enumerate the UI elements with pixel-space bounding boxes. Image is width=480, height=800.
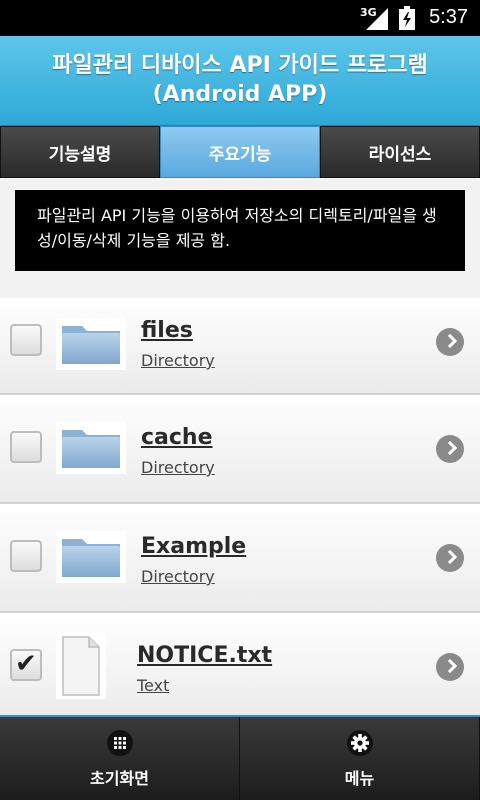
item-type[interactable]: Directory — [141, 458, 215, 477]
content-area: 파일관리 API 기능을 이용하여 저장소의 디렉토리/파일을 생성/이동/삭제… — [0, 178, 480, 715]
tab-main-features[interactable]: 주요기능 — [160, 126, 320, 178]
item-checkbox[interactable] — [10, 324, 42, 356]
file-list: files Directory cache Directory Example … — [0, 298, 480, 715]
signal-icon — [366, 8, 388, 30]
tab-license[interactable]: 라이선스 — [320, 126, 480, 178]
chevron-right-icon[interactable] — [436, 653, 464, 681]
bottom-bar: 초기화면 메뉴 — [0, 715, 480, 800]
battery-charging-icon — [399, 6, 415, 30]
clock: 5:37 — [429, 6, 468, 28]
chevron-right-icon[interactable] — [436, 435, 464, 463]
status-bar: 3G 5:37 — [0, 0, 480, 36]
item-type[interactable]: Directory — [141, 567, 215, 586]
item-type[interactable]: Text — [137, 676, 169, 695]
menu-button-label: 메뉴 — [344, 769, 375, 788]
item-name[interactable]: files — [141, 318, 193, 343]
home-button[interactable]: 초기화면 — [0, 717, 240, 800]
folder-icon — [56, 531, 126, 583]
header-title-line1: 파일관리 디바이스 API 가이드 프로그램 — [52, 53, 428, 78]
item-checkbox[interactable] — [10, 540, 42, 572]
list-item[interactable]: Example Directory — [0, 503, 480, 612]
app-header: 파일관리 디바이스 API 가이드 프로그램 (Android APP) — [0, 36, 480, 126]
folder-icon — [56, 422, 126, 474]
chevron-right-icon[interactable] — [436, 544, 464, 572]
home-button-label: 초기화면 — [90, 769, 149, 788]
item-checkbox[interactable] — [10, 431, 42, 463]
list-item[interactable]: files Directory — [0, 298, 480, 394]
grid-icon — [106, 730, 133, 756]
tab-bar: 기능설명 주요기능 라이선스 — [0, 126, 480, 178]
header-title-line2: (Android APP) — [152, 82, 328, 107]
item-name[interactable]: cache — [141, 425, 213, 450]
item-type[interactable]: Directory — [141, 351, 215, 370]
menu-button[interactable]: 메뉴 — [240, 717, 480, 800]
item-name[interactable]: Example — [141, 534, 246, 559]
folder-icon — [56, 318, 126, 370]
list-item[interactable]: NOTICE.txt Text — [0, 612, 480, 715]
description-box: 파일관리 API 기능을 이용하여 저장소의 디렉토리/파일을 생성/이동/삭제… — [15, 190, 465, 271]
item-name[interactable]: NOTICE.txt — [137, 643, 272, 668]
item-checkbox-checked[interactable] — [10, 649, 42, 681]
chevron-right-icon[interactable] — [436, 328, 464, 356]
list-item[interactable]: cache Directory — [0, 394, 480, 503]
tab-feature-description[interactable]: 기능설명 — [0, 126, 160, 178]
gear-icon — [346, 730, 373, 756]
file-icon — [56, 633, 106, 699]
